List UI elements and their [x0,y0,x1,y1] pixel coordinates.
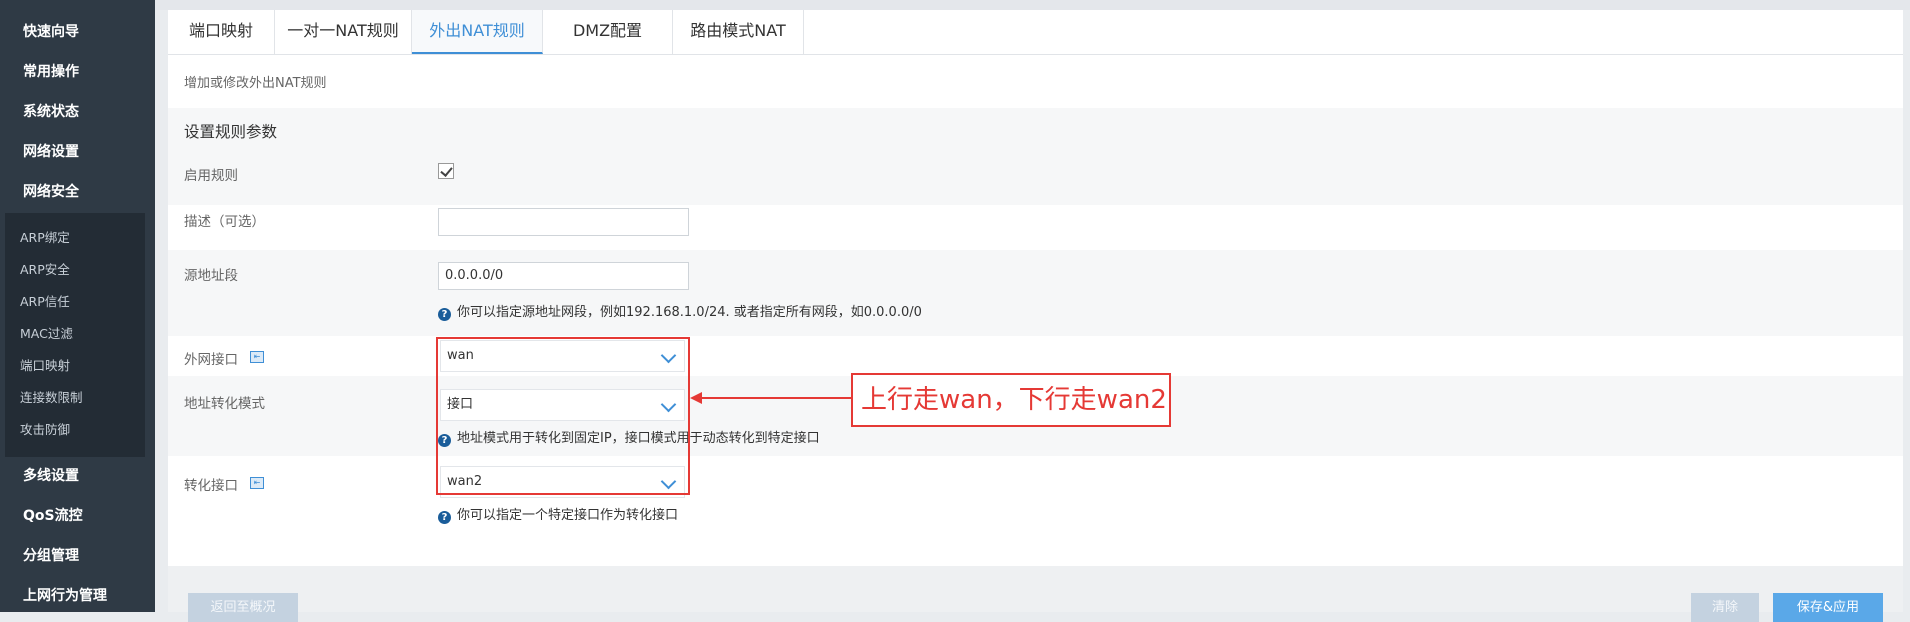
enable-label: 启用规则 [184,168,238,184]
src-hint: ? 你可以指定源地址网段，例如192.168.1.0/24. 或者指定所有网段，如… [438,301,922,321]
sidebar-item-common-ops[interactable]: 常用操作 [0,52,155,92]
annotation-highlight-box [436,337,690,495]
sidebar-item-group-management[interactable]: 分组管理 [0,536,155,576]
sidebar-item-network-settings[interactable]: 网络设置 [0,132,155,172]
tab-one-to-one-nat[interactable]: 一对一NAT规则 [275,10,412,54]
desc-input[interactable] [438,208,689,236]
main-panel: 端口映射 一对一NAT规则 外出NAT规则 DMZ配置 路由模式NAT 增加或修… [168,10,1903,622]
sidebar-item-quick-guide[interactable]: 快速向导 [0,12,155,52]
back-button[interactable]: 返回至概况 [188,593,298,622]
sidebar-item-multiline[interactable]: 多线设置 [0,456,155,496]
desc-label: 描述（可选） [184,214,265,230]
help-icon: ? [438,511,451,524]
wan-label: 外网接口 [184,352,238,368]
sidebar-subitem-port-mapping[interactable]: 端口映射 [20,351,70,381]
src-hint-text: 你可以指定源地址网段，例如192.168.1.0/24. 或者指定所有网段，如0… [457,305,922,320]
annotation-arrow-head [690,392,702,404]
sidebar-subitem-arp-security[interactable]: ARP安全 [20,255,70,285]
row-enable-bg [168,154,1903,205]
sidebar: 快速向导 常用操作 系统状态 网络设置 网络安全 ARP绑定 ARP安全 ARP… [0,0,155,612]
sidebar-subitem-attack-defense[interactable]: 攻击防御 [20,415,70,445]
annotation-callout: 上行走wan，下行走wan2 [851,373,1171,427]
mode-label: 地址转化模式 [184,396,265,412]
trans-label: 转化接口 [184,478,238,494]
tab-bar: 端口映射 一对一NAT规则 外出NAT规则 DMZ配置 路由模式NAT [168,10,1903,55]
sidebar-item-behavior-management[interactable]: 上网行为管理 [0,576,155,616]
section-header-bg [168,108,1903,154]
tab-outbound-nat[interactable]: 外出NAT规则 [412,10,543,54]
enable-checkbox[interactable] [438,163,454,179]
help-icon: ? [438,308,451,321]
tab-port-mapping[interactable]: 端口映射 [168,10,275,54]
sidebar-subitem-mac-filter[interactable]: MAC过滤 [20,319,73,349]
sidebar-item-system-status[interactable]: 系统状态 [0,92,155,132]
top-strip [155,0,1910,10]
row-src-bg [168,250,1903,336]
tab-dmz[interactable]: DMZ配置 [543,10,673,54]
page-description: 增加或修改外出NAT规则 [184,76,327,91]
src-label: 源地址段 [184,268,238,284]
sidebar-item-network-security[interactable]: 网络安全 [0,172,155,212]
trans-hint: ? 你可以指定一个特定接口作为转化接口 [438,504,678,524]
src-input[interactable]: 0.0.0.0/0 [438,262,689,290]
section-title: 设置规则参数 [184,123,278,141]
trans-info-icon[interactable]: ⇤ [250,477,264,489]
trans-hint-text: 你可以指定一个特定接口作为转化接口 [457,508,679,523]
wan-info-icon[interactable]: ⇤ [250,351,264,363]
footer-bar [168,566,1903,612]
annotation-arrow-line [698,397,858,399]
sidebar-subitem-arp-trust[interactable]: ARP信任 [20,287,70,317]
sidebar-subitem-connection-limit[interactable]: 连接数限制 [20,383,83,413]
clear-button[interactable]: 清除 [1691,593,1759,622]
tab-route-mode-nat[interactable]: 路由模式NAT [673,10,804,54]
sidebar-subitem-arp-binding[interactable]: ARP绑定 [20,223,70,253]
save-apply-button[interactable]: 保存&应用 [1773,593,1883,622]
sidebar-item-qos[interactable]: QoS流控 [0,496,155,536]
